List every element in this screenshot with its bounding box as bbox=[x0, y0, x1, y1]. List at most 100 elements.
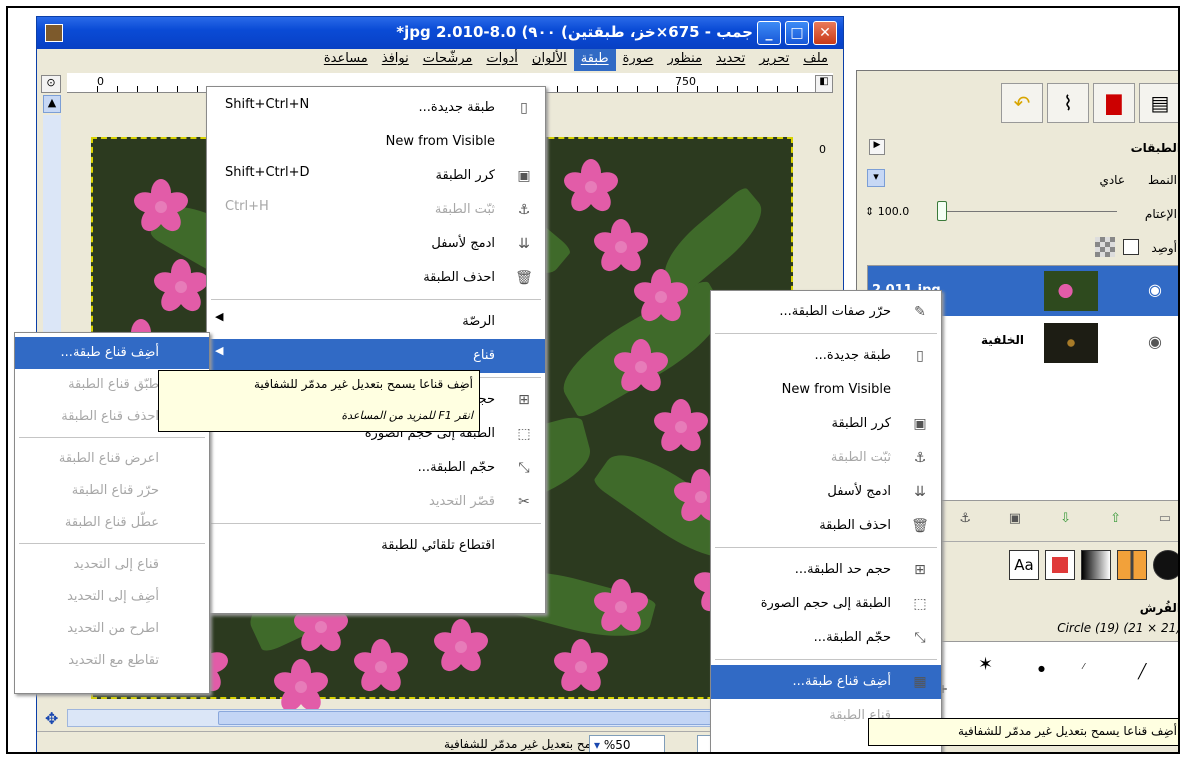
menu-separator bbox=[211, 523, 541, 524]
menu-item-label: حجّم الطبقة... bbox=[417, 460, 495, 475]
scroll-up-button[interactable]: ▲ bbox=[43, 95, 61, 113]
menu-item[interactable]: حرّر صفات الطبقة... ✎ bbox=[711, 295, 941, 329]
tab-paths-icon[interactable]: ⌇ bbox=[1047, 83, 1089, 123]
opacity-slider[interactable] bbox=[937, 211, 1117, 212]
menu-1[interactable]: تحرير bbox=[752, 49, 796, 71]
tab-palette-icon[interactable] bbox=[1045, 550, 1075, 580]
menu-5[interactable]: طبقة bbox=[573, 49, 616, 71]
menu-item[interactable]: أضِف قناع طبقة... bbox=[15, 337, 209, 369]
menu-item[interactable]: ادمج لأسفل ⇊ bbox=[711, 475, 941, 509]
new-layer-icon[interactable]: ▭ bbox=[1159, 511, 1171, 526]
title-bar: جمب - 675×خز، طبقتين) ٩٠٠) 8.0-010.jpg 2… bbox=[37, 17, 843, 49]
menu-item-label: اقتطاع تلقائي للطبقة bbox=[381, 538, 495, 553]
anchor-icon[interactable]: ⚓ bbox=[959, 511, 971, 526]
menu-item[interactable]: الطبقة إلى حجم الصورة ⬚ bbox=[711, 587, 941, 621]
lower-layer-icon[interactable]: ⇩ bbox=[1060, 511, 1071, 526]
close-button[interactable]: ✕ bbox=[813, 21, 837, 45]
layer-name: الخلفية bbox=[981, 333, 1024, 347]
scale-layer-icon: ⤡ bbox=[914, 630, 926, 646]
zoom-select[interactable]: ▾ %50 bbox=[589, 735, 665, 752]
menu-item[interactable]: قناع ◀ bbox=[207, 339, 545, 373]
menu-item[interactable]: تقاطع مع التحديد bbox=[15, 645, 209, 677]
shortcut-label: Shift+Ctrl+N bbox=[225, 97, 310, 112]
menu-item[interactable]: ثبّت الطبقة ⚓ bbox=[711, 441, 941, 475]
window-title: جمب - 675×خز، طبقتين) ٩٠٠) 8.0-010.jpg 2… bbox=[396, 23, 753, 41]
flower-shape bbox=[651, 399, 711, 456]
maximize-button[interactable]: □ bbox=[785, 21, 809, 45]
menu-item[interactable]: الرصّة ◀ bbox=[207, 305, 545, 339]
menu-item[interactable]: أضِف قناع طبقة... ▦ bbox=[711, 665, 941, 699]
duplicate-icon: ▣ bbox=[913, 416, 927, 432]
menu-item[interactable]: احذف الطبقة 🗑 bbox=[711, 509, 941, 543]
mode-value[interactable]: عادي bbox=[1099, 173, 1125, 187]
panel-menu-button[interactable]: ▶ bbox=[869, 139, 885, 155]
menu-item[interactable]: قصّر التحديد ✂ bbox=[207, 485, 545, 519]
mode-dropdown-icon[interactable]: ▾ bbox=[867, 169, 885, 187]
menu-item[interactable]: أضِف إلى التحديد bbox=[15, 581, 209, 613]
menu-item-label: الرصّة bbox=[462, 314, 495, 329]
menu-item[interactable]: اقتطاع تلقائي للطبقة bbox=[207, 529, 545, 563]
menu-item[interactable]: حرّر قناع الطبقة bbox=[15, 475, 209, 507]
menu-item[interactable]: حجم حد الطبقة... ⊞ bbox=[711, 553, 941, 587]
menu-item-label: حجّم الطبقة... bbox=[813, 630, 891, 645]
menu-6[interactable]: الألوان bbox=[525, 49, 574, 71]
flower-shape bbox=[151, 259, 211, 316]
menu-item[interactable]: ادمج لأسفل ⇊ bbox=[207, 227, 545, 261]
layers-context-menu: حرّر صفات الطبقة... ✎ طبقة جديدة... ▯ New fr… bbox=[710, 290, 942, 752]
menu-separator bbox=[715, 333, 937, 334]
menu-item-label: اعرض قناع الطبقة bbox=[58, 451, 159, 466]
menu-item[interactable]: طبقة جديدة... ▯ bbox=[711, 339, 941, 373]
menu-item[interactable]: طبقة جديدة... ▯ Shift+Ctrl+N bbox=[207, 91, 545, 125]
tab-font-icon[interactable]: Aa bbox=[1009, 550, 1039, 580]
menu-item-label: أضِف قناع طبقة... bbox=[792, 674, 891, 689]
tab-brushes[interactable]: ▤ bbox=[1139, 83, 1178, 123]
minimize-button[interactable]: _ bbox=[757, 21, 781, 45]
opacity-slider-handle[interactable] bbox=[937, 201, 947, 221]
menu-item[interactable]: احذف الطبقة 🗑 bbox=[207, 261, 545, 295]
opacity-stepper[interactable]: ⇕ 100.0 bbox=[865, 205, 909, 218]
menu-2[interactable]: تحديد bbox=[709, 49, 752, 71]
menu-0[interactable]: ملف bbox=[796, 49, 835, 71]
submenu-arrow-icon: ◀ bbox=[215, 310, 224, 323]
menu-8[interactable]: مرشّحات bbox=[416, 49, 480, 71]
menu-7[interactable]: أدوات bbox=[479, 49, 525, 71]
menu-item[interactable]: كرر الطبقة ▣ bbox=[711, 407, 941, 441]
zoom-corner-button[interactable]: ⊙ bbox=[41, 75, 61, 93]
flower-shape bbox=[431, 619, 491, 676]
menu-item[interactable]: اعرض قناع الطبقة bbox=[15, 443, 209, 475]
duplicate-icon[interactable]: ▣ bbox=[1009, 511, 1021, 526]
menu-item[interactable]: حجّم الطبقة... ⤡ bbox=[711, 621, 941, 655]
menu-item[interactable]: ثبّت الطبقة ⚓ Ctrl+H bbox=[207, 193, 545, 227]
lock-alpha-checkbox[interactable] bbox=[1123, 239, 1139, 255]
menu-item[interactable]: عطّل قناع الطبقة bbox=[15, 507, 209, 539]
menu-3[interactable]: منظور bbox=[660, 49, 709, 71]
trash-icon: 🗑 bbox=[911, 518, 929, 534]
eye-icon[interactable]: ◉ bbox=[1148, 332, 1162, 351]
eye-icon[interactable]: ◉ bbox=[1148, 280, 1162, 299]
menu-9[interactable]: نوافذ bbox=[375, 49, 416, 71]
menu-item[interactable]: قناع إلى التحديد bbox=[15, 549, 209, 581]
menu-separator bbox=[211, 299, 541, 300]
move-nav-icon[interactable]: ✥ bbox=[45, 709, 58, 728]
tab-brush-circle[interactable] bbox=[1153, 550, 1178, 580]
tab-undo-icon[interactable]: ↶ bbox=[1001, 83, 1043, 123]
tab-gradient-icon[interactable] bbox=[1081, 550, 1111, 580]
menu-item-label: تقاطع مع التحديد bbox=[68, 653, 159, 668]
edit-icon: ✎ bbox=[914, 304, 926, 320]
menu-item[interactable]: New from Visible bbox=[207, 125, 545, 159]
menu-4[interactable]: صورة bbox=[616, 49, 661, 71]
flower-shape bbox=[561, 159, 621, 216]
nav-toggle-icon[interactable]: ◧ bbox=[815, 75, 833, 93]
shortcut-label: Ctrl+H bbox=[225, 199, 269, 214]
tab-layers-icon[interactable]: ▇ bbox=[1093, 83, 1135, 123]
menu-item[interactable]: New from Visible bbox=[711, 373, 941, 407]
menu-10[interactable]: مساعدة bbox=[317, 49, 375, 71]
menu-item[interactable]: اطرح من التحديد bbox=[15, 613, 209, 645]
raise-layer-icon[interactable]: ⇧ bbox=[1110, 511, 1121, 526]
menu-item[interactable]: حجّم الطبقة... ⤡ bbox=[207, 451, 545, 485]
menu-item-label: أضِف إلى التحديد bbox=[67, 589, 159, 604]
scroll-thumb[interactable] bbox=[218, 711, 778, 725]
tab-pattern-icon[interactable] bbox=[1117, 550, 1147, 580]
menu-item[interactable]: كرر الطبقة ▣ Shift+Ctrl+D bbox=[207, 159, 545, 193]
menu-bar: ملف تحرير تحديد منظور صورة طبقة الألوان أدوات مر… bbox=[37, 49, 843, 71]
